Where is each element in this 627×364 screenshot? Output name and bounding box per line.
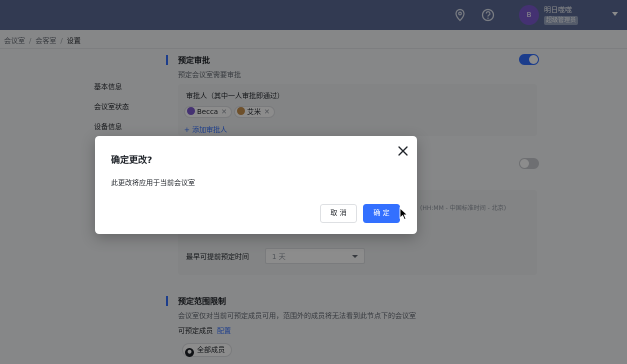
mouse-cursor-icon xyxy=(399,207,409,221)
close-icon[interactable] xyxy=(397,145,409,157)
confirm-button[interactable]: 确 定 xyxy=(363,204,400,223)
dialog-message: 此更改将应用于当前会议室 xyxy=(111,179,195,187)
confirm-dialog: 确定更改? 此更改将应用于当前会议室 取 消 确 定 xyxy=(95,136,417,234)
dialog-title: 确定更改? xyxy=(111,156,153,166)
cancel-button[interactable]: 取 消 xyxy=(320,204,357,223)
